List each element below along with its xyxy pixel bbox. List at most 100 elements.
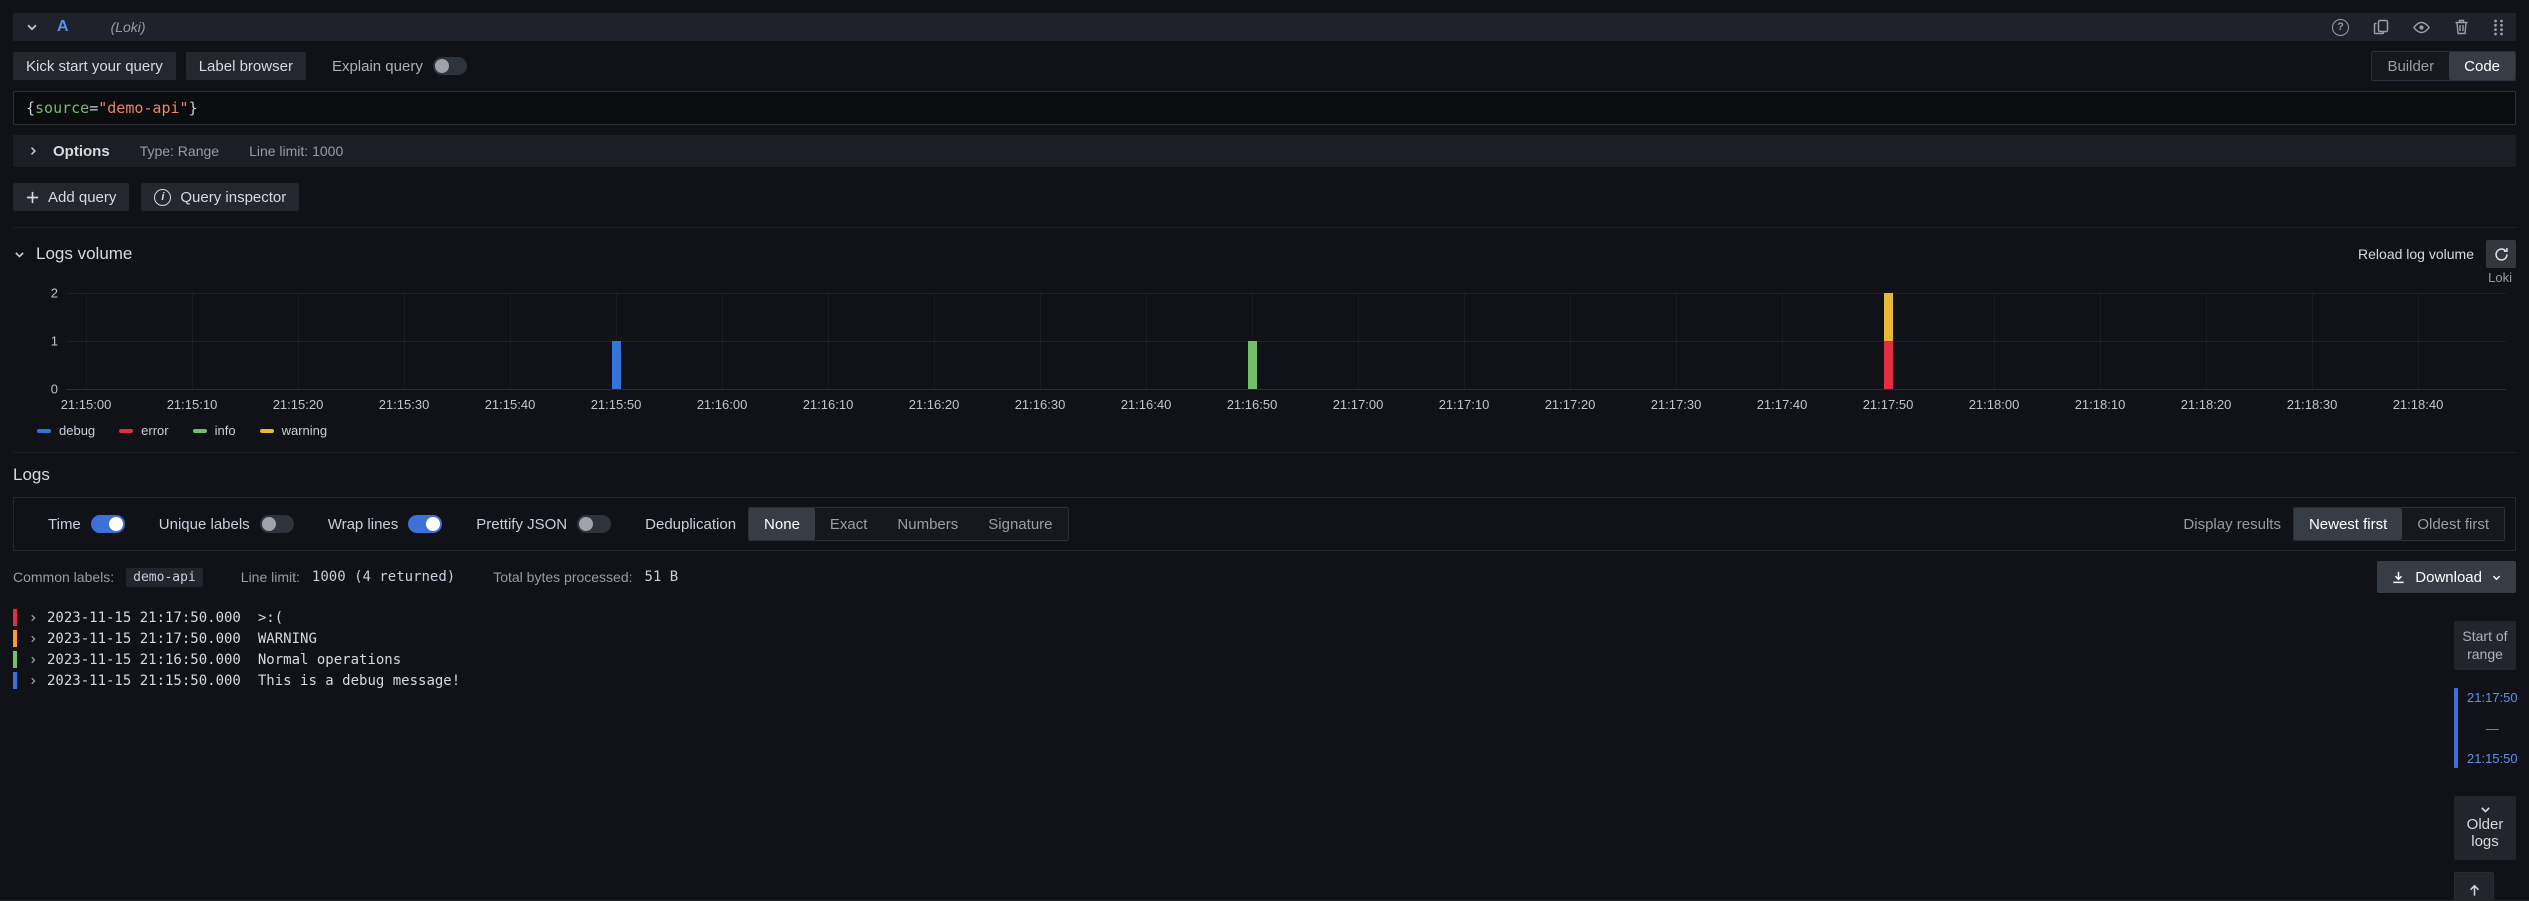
expand-options-icon[interactable]	[27, 145, 39, 157]
older-logs-button[interactable]: Older logs	[2454, 796, 2516, 860]
x-axis-tick-label: 21:17:50	[1863, 397, 1914, 412]
gridline-y	[66, 293, 2506, 294]
gridline-y	[66, 389, 2506, 390]
expand-log-icon[interactable]	[28, 655, 38, 665]
common-labels-badge: demo-api	[126, 568, 203, 587]
logs-navigation-rail: Start of range 21:17:50 — 21:15:50 Older…	[2454, 607, 2516, 901]
log-row[interactable]: 2023-11-15 21:17:50.000 WARNING	[13, 628, 2432, 649]
legend-label: debug	[59, 423, 95, 438]
log-level-indicator-debug	[13, 672, 17, 689]
explain-query-toggle[interactable]	[433, 57, 467, 75]
gridline-x	[1570, 293, 1571, 389]
radio-option-builder[interactable]: Builder	[2372, 52, 2449, 80]
radio-option-numbers[interactable]: Numbers	[882, 508, 973, 540]
duplicate-query-icon[interactable]	[2373, 19, 2389, 35]
log-timestamp: 2023-11-15 21:17:50.000	[47, 631, 241, 647]
wrap-lines-toggle[interactable]	[408, 515, 442, 533]
query-code-input[interactable]: {source="demo-api"}	[13, 91, 2516, 125]
collapse-query-icon[interactable]	[25, 20, 39, 34]
line-limit-label: Line limit:	[241, 569, 300, 585]
x-axis-tick-label: 21:18:30	[2287, 397, 2338, 412]
query-options-row[interactable]: Options Type: Range Line limit: 1000	[13, 135, 2516, 167]
legend-item-info[interactable]: info	[193, 423, 236, 438]
logs-panel: Logs Time Unique labels Wrap lines Prett…	[13, 452, 2516, 901]
expand-log-icon[interactable]	[28, 634, 38, 644]
start-of-range-button[interactable]: Start of range	[2454, 621, 2516, 670]
radio-option-oldest-first[interactable]: Oldest first	[2402, 508, 2504, 540]
line-limit-value: 1000 (4 returned)	[312, 569, 455, 585]
sort-order-options: Newest firstOldest first	[2293, 507, 2505, 541]
add-query-button[interactable]: Add query	[13, 183, 129, 211]
hide-response-icon[interactable]	[2413, 20, 2430, 35]
help-icon[interactable]: ?	[2332, 19, 2349, 36]
range-separator: —	[2486, 721, 2499, 736]
unique-labels-toggle[interactable]	[260, 515, 294, 533]
collapse-logs-volume-icon[interactable]	[13, 248, 26, 261]
gridline-x	[86, 293, 87, 389]
legend-swatch	[119, 429, 133, 433]
expand-log-icon[interactable]	[28, 613, 38, 623]
x-axis-tick-label: 21:17:30	[1651, 397, 1702, 412]
legend-item-warning[interactable]: warning	[260, 423, 328, 438]
log-message: WARNING	[258, 631, 317, 647]
x-axis-tick-label: 21:15:00	[61, 397, 112, 412]
radio-option-code[interactable]: Code	[2449, 52, 2515, 80]
radio-option-none[interactable]: None	[749, 508, 815, 540]
range-to-time: 21:15:50	[2467, 751, 2518, 766]
chevron-down-icon	[2479, 803, 2492, 816]
log-timestamp: 2023-11-15 21:17:50.000	[47, 610, 241, 626]
display-results-label: Display results	[2183, 516, 2281, 533]
query-row-header[interactable]: A (Loki) ?	[13, 13, 2516, 41]
logs-body: 2023-11-15 21:17:50.000>:(2023-11-15 21:…	[13, 607, 2516, 901]
radio-option-newest-first[interactable]: Newest first	[2294, 508, 2402, 540]
legend-label: error	[141, 423, 168, 438]
legend-item-error[interactable]: error	[119, 423, 168, 438]
remove-query-icon[interactable]	[2454, 19, 2469, 35]
expand-log-icon[interactable]	[28, 676, 38, 686]
section-divider	[13, 227, 2516, 228]
scroll-to-top-button[interactable]	[2454, 872, 2494, 901]
log-row[interactable]: 2023-11-15 21:16:50.000Normal operations	[13, 649, 2432, 670]
gridline-x	[722, 293, 723, 389]
legend-label: info	[215, 423, 236, 438]
chevron-down-icon	[2491, 572, 2502, 583]
x-axis-tick-label: 21:17:00	[1333, 397, 1384, 412]
gridline-x	[1994, 293, 1995, 389]
download-button[interactable]: Download	[2377, 561, 2516, 593]
prettify-json-toggle[interactable]	[577, 515, 611, 533]
gridline-x	[510, 293, 511, 389]
log-row[interactable]: 2023-11-15 21:17:50.000>:(	[13, 607, 2432, 628]
log-row[interactable]: 2023-11-15 21:15:50.000This is a debug m…	[13, 670, 2432, 691]
logs-volume-panel: Logs volume Reload log volume Loki 01221…	[13, 240, 2516, 438]
query-inspector-button[interactable]: i Query inspector	[141, 183, 299, 211]
gridline-x	[1782, 293, 1783, 389]
prettify-json-toggle-label: Prettify JSON	[476, 516, 567, 533]
common-labels-label: Common labels:	[13, 569, 114, 585]
kick-start-query-button[interactable]: Kick start your query	[13, 52, 176, 80]
download-icon	[2391, 570, 2406, 585]
drag-handle-icon[interactable]	[2493, 19, 2504, 36]
time-toggle[interactable]	[91, 515, 125, 533]
current-range-indicator[interactable]: 21:17:50 — 21:15:50	[2454, 688, 2516, 768]
gridline-x	[404, 293, 405, 389]
gridline-x	[1358, 293, 1359, 389]
x-axis-tick-label: 21:16:50	[1227, 397, 1278, 412]
reload-log-volume-label: Reload log volume	[2358, 246, 2474, 262]
y-axis-tick-label: 0	[30, 382, 58, 397]
label-browser-button[interactable]: Label browser	[186, 52, 306, 80]
plus-icon	[26, 191, 39, 204]
sync-icon	[2494, 247, 2509, 262]
gridline-x	[1676, 293, 1677, 389]
unique-labels-toggle-field: Unique labels	[159, 515, 294, 533]
radio-option-signature[interactable]: Signature	[973, 508, 1067, 540]
reload-log-volume-button[interactable]	[2486, 240, 2516, 268]
query-token: source	[35, 99, 89, 117]
radio-option-exact[interactable]: Exact	[815, 508, 883, 540]
gridline-x	[828, 293, 829, 389]
query-editor-row: A (Loki) ? Kick start your query Label b…	[13, 13, 2516, 167]
bar-warning	[1884, 293, 1893, 341]
legend-swatch	[37, 429, 51, 433]
legend-item-debug[interactable]: debug	[37, 423, 95, 438]
gridline-x	[192, 293, 193, 389]
log-level-indicator-info	[13, 651, 17, 668]
